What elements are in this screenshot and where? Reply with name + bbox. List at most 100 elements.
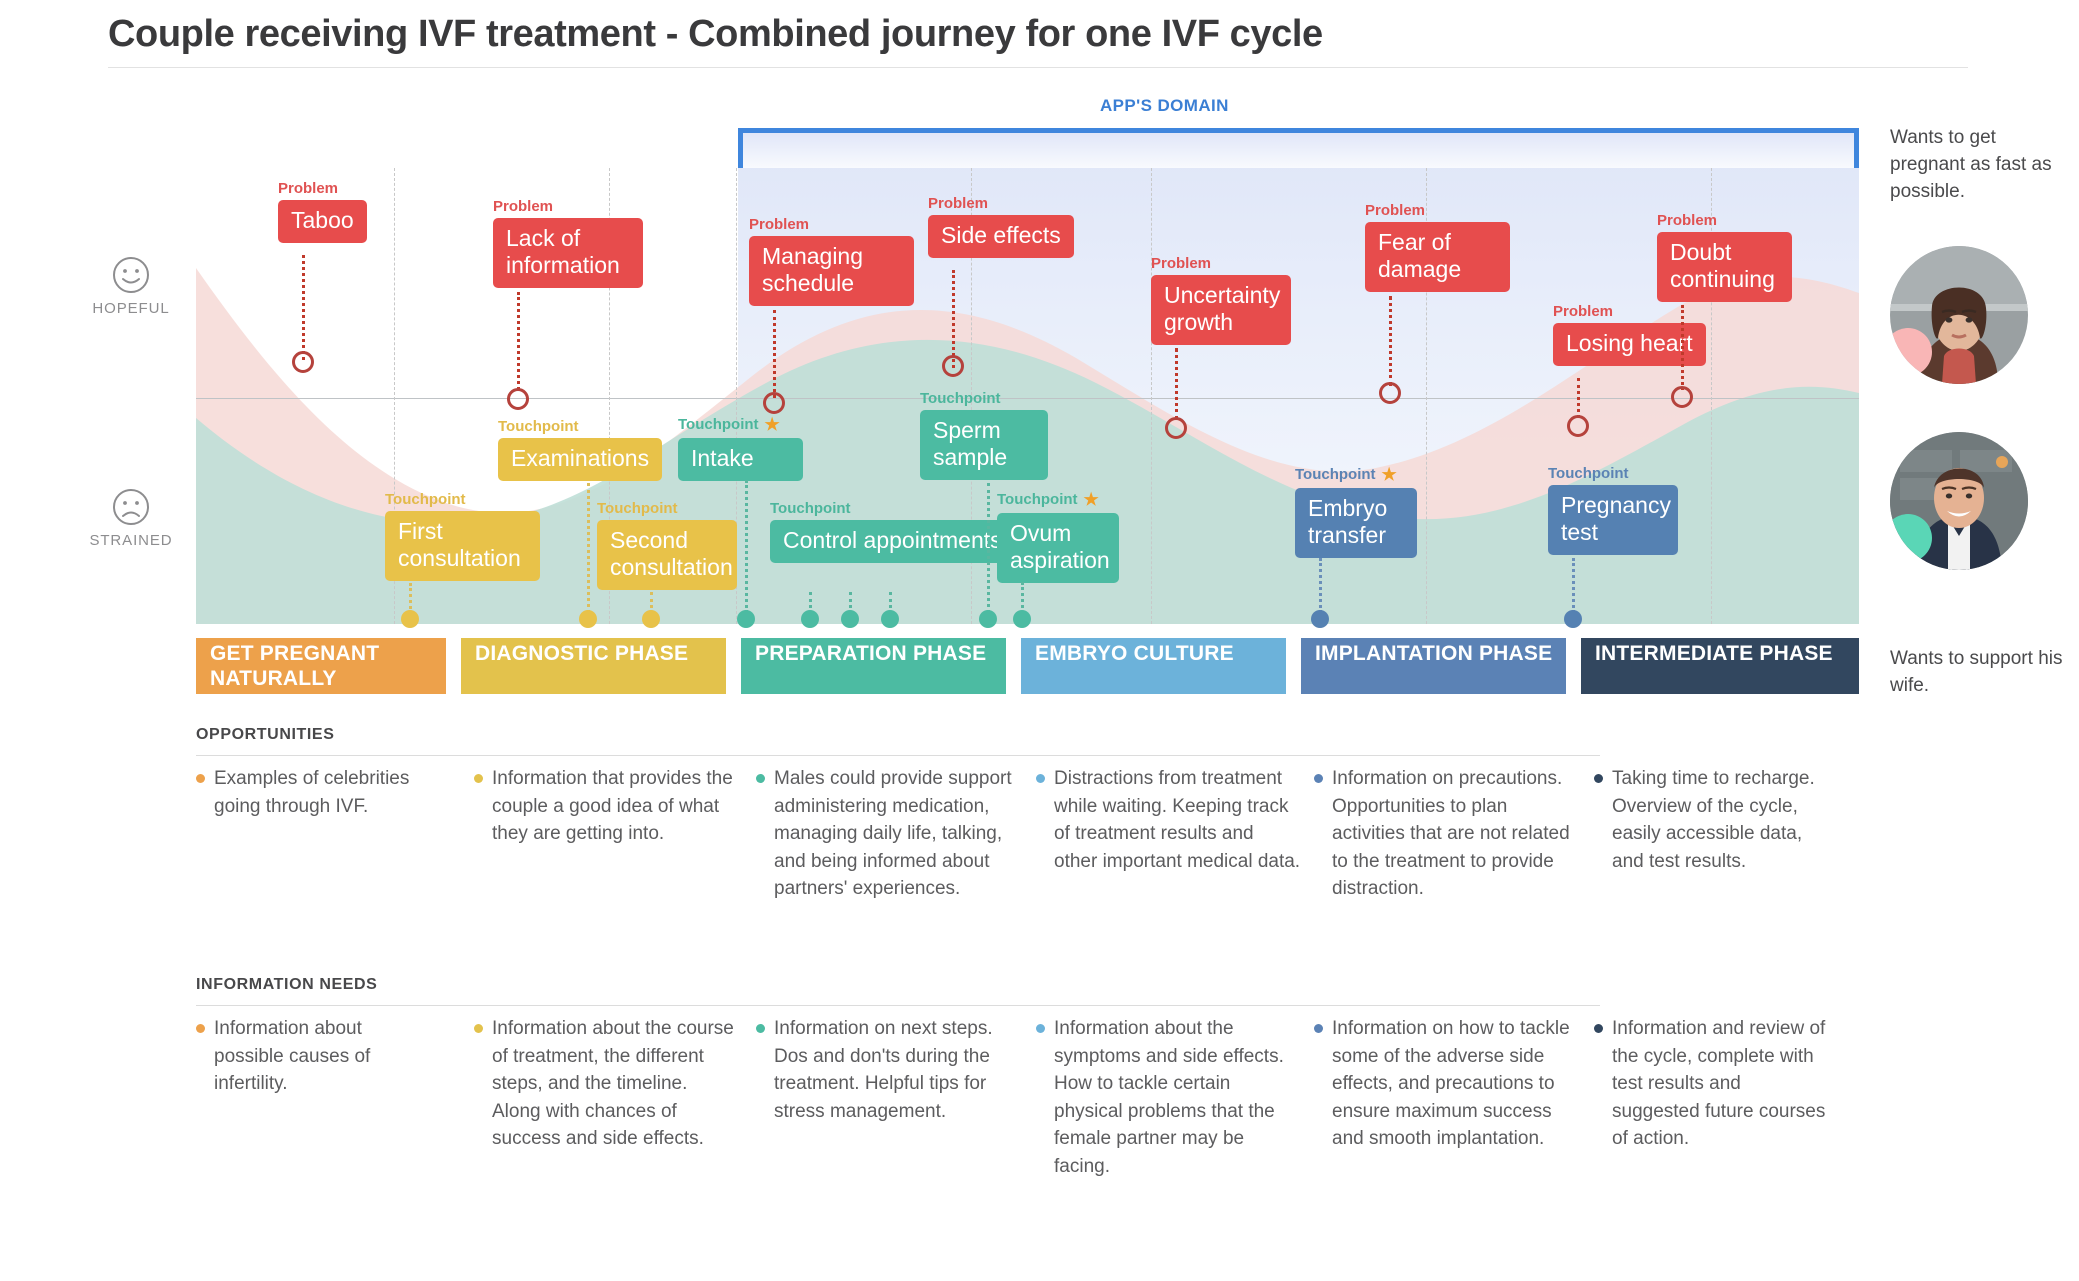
information-need-text: Information about possible causes of inf… <box>214 1018 371 1094</box>
problem-connector <box>517 292 520 390</box>
problem-connector <box>952 270 955 368</box>
touchpoint-connector <box>745 480 748 613</box>
touchpoint-marker <box>1013 610 1031 628</box>
bullet-icon <box>1314 1024 1323 1033</box>
problem-kicker: Problem <box>928 195 989 212</box>
opportunity-item: Distractions from treatment while waitin… <box>1036 765 1301 875</box>
problem-connector <box>1389 296 1392 386</box>
touchpoint-label: Intake <box>678 438 803 481</box>
star-icon: ★ <box>1083 490 1099 509</box>
opportunity-text: Taking time to recharge. Overview of the… <box>1612 768 1815 872</box>
opportunity-text: Examples of celebrities going through IV… <box>214 768 410 817</box>
touchpoint-marker <box>841 610 859 628</box>
opportunity-item: Information that provides the couple a g… <box>474 765 759 848</box>
star-icon: ★ <box>764 415 780 434</box>
touchpoint-label: Control appointments <box>770 520 1015 563</box>
touchpoint-card-pregnancy-test[interactable]: Touchpoint Pregnancy test <box>1548 465 1678 555</box>
problem-label: Uncertainty growth <box>1151 275 1291 345</box>
opportunities-heading: OPPORTUNITIES <box>196 726 335 743</box>
touchpoint-marker <box>642 610 660 628</box>
touchpoint-marker <box>881 610 899 628</box>
phase-intermediate[interactable]: INTERMEDIATE PHASE <box>1581 638 1859 694</box>
problem-marker <box>1671 386 1693 408</box>
smiley-face-icon <box>113 257 149 293</box>
touchpoint-label: Examinations <box>498 438 663 481</box>
problem-kicker: Problem <box>749 216 810 233</box>
problem-marker <box>507 388 529 410</box>
bullet-icon <box>1036 1024 1045 1033</box>
problem-card-managing-schedule[interactable]: Problem Managing schedule <box>749 216 914 306</box>
problem-connector <box>1681 305 1684 390</box>
phase-embryo-culture[interactable]: EMBRYO CULTURE <box>1021 638 1286 694</box>
phase-diagnostic[interactable]: DIAGNOSTIC PHASE <box>461 638 726 694</box>
touchpoint-marker <box>737 610 755 628</box>
problem-marker <box>763 392 785 414</box>
opportunities-rule <box>196 755 1600 756</box>
problem-label: Fear of damage <box>1365 222 1510 292</box>
bullet-icon <box>756 1024 765 1033</box>
touchpoint-connector <box>1572 558 1575 613</box>
touchpoint-connector <box>987 483 990 613</box>
touchpoint-card-sperm-sample[interactable]: Touchpoint Sperm sample <box>920 390 1048 480</box>
phase-get-pregnant-naturally[interactable]: GET PREGNANT NATURALLY <box>196 638 446 694</box>
information-needs-rule <box>196 1005 1600 1006</box>
persona-male-avatar <box>1890 432 2028 570</box>
touchpoint-marker <box>401 610 419 628</box>
touchpoint-marker <box>1311 610 1329 628</box>
app-domain-label: APP'S DOMAIN <box>1100 96 1229 115</box>
problem-card-uncertainty-growth[interactable]: Problem Uncertainty growth <box>1151 255 1291 345</box>
star-icon: ★ <box>1381 465 1397 484</box>
touchpoint-card-control-appointments[interactable]: Touchpoint Control appointments <box>770 500 1015 563</box>
opportunity-text: Males could provide support administerin… <box>774 768 1012 899</box>
touchpoint-card-ovum-aspiration[interactable]: Touchpoint ★ Ovum aspiration <box>997 490 1119 583</box>
touchpoint-kicker: Touchpoint <box>920 390 1001 407</box>
problem-card-doubt-continuing[interactable]: Problem Doubt continuing <box>1657 212 1792 302</box>
bullet-icon <box>474 774 483 783</box>
information-need-text: Information and review of the cycle, com… <box>1612 1018 1826 1149</box>
opportunity-text: Information on precautions. Opportunitie… <box>1332 768 1570 899</box>
opportunity-text: Distractions from treatment while waitin… <box>1054 768 1301 872</box>
touchpoint-label: Embryo transfer <box>1295 488 1417 558</box>
touchpoint-label: First consultation <box>385 511 540 581</box>
emotion-axis-strained: STRAINED <box>76 487 186 549</box>
bullet-icon <box>1314 774 1323 783</box>
opportunity-item: Males could provide support administerin… <box>756 765 1026 903</box>
problem-kicker: Problem <box>493 198 554 215</box>
phase-preparation[interactable]: PREPARATION PHASE <box>741 638 1006 694</box>
touchpoint-label: Second consultation <box>597 520 737 590</box>
problem-connector <box>302 255 305 360</box>
persona-female-quote: Wants to get pregnant as fast as possibl… <box>1890 127 2052 202</box>
problem-kicker: Problem <box>278 180 339 197</box>
information-need-text: Information on how to tackle some of the… <box>1332 1018 1570 1149</box>
problem-card-side-effects[interactable]: Problem Side effects <box>928 195 1074 258</box>
touchpoint-card-embryo-transfer[interactable]: Touchpoint ★ Embryo transfer <box>1295 465 1417 558</box>
touchpoint-card-second-consultation[interactable]: Touchpoint Second consultation <box>597 500 737 590</box>
opportunity-item: Information on precautions. Opportunitie… <box>1314 765 1579 903</box>
touchpoint-label: Ovum aspiration <box>997 513 1119 583</box>
app-domain-bracket <box>738 128 1859 168</box>
bullet-icon <box>1594 1024 1603 1033</box>
information-need-text: Information about the symptoms and side … <box>1054 1018 1284 1177</box>
problem-kicker: Problem <box>1151 255 1212 272</box>
information-need-item: Information on how to tackle some of the… <box>1314 1015 1579 1153</box>
problem-card-taboo[interactable]: Problem Taboo <box>278 180 367 243</box>
phase-implantation[interactable]: IMPLANTATION PHASE <box>1301 638 1566 694</box>
information-need-item: Information and review of the cycle, com… <box>1594 1015 1829 1153</box>
problem-marker <box>1379 382 1401 404</box>
bullet-icon <box>1036 774 1045 783</box>
opportunity-text: Information that provides the couple a g… <box>492 768 733 844</box>
touchpoint-card-examinations[interactable]: Touchpoint Examinations <box>498 418 663 481</box>
touchpoint-kicker: Touchpoint <box>770 500 851 517</box>
problem-label: Lack of information <box>493 218 643 288</box>
problem-connector <box>1577 378 1580 418</box>
problem-card-lack-of-information[interactable]: Problem Lack of information <box>493 198 643 288</box>
bullet-icon <box>196 1024 205 1033</box>
touchpoint-label: Pregnancy test <box>1548 485 1678 555</box>
information-needs-heading: INFORMATION NEEDS <box>196 976 378 993</box>
touchpoint-card-first-consultation[interactable]: Touchpoint First consultation <box>385 491 540 581</box>
bullet-icon <box>196 774 205 783</box>
touchpoint-card-intake[interactable]: Touchpoint ★ Intake <box>678 415 803 481</box>
information-need-item: Information on next steps. Dos and don't… <box>756 1015 1021 1125</box>
phase-bar: GET PREGNANT NATURALLY DIAGNOSTIC PHASE … <box>196 638 1859 694</box>
problem-card-fear-of-damage[interactable]: Problem Fear of damage <box>1365 202 1510 292</box>
